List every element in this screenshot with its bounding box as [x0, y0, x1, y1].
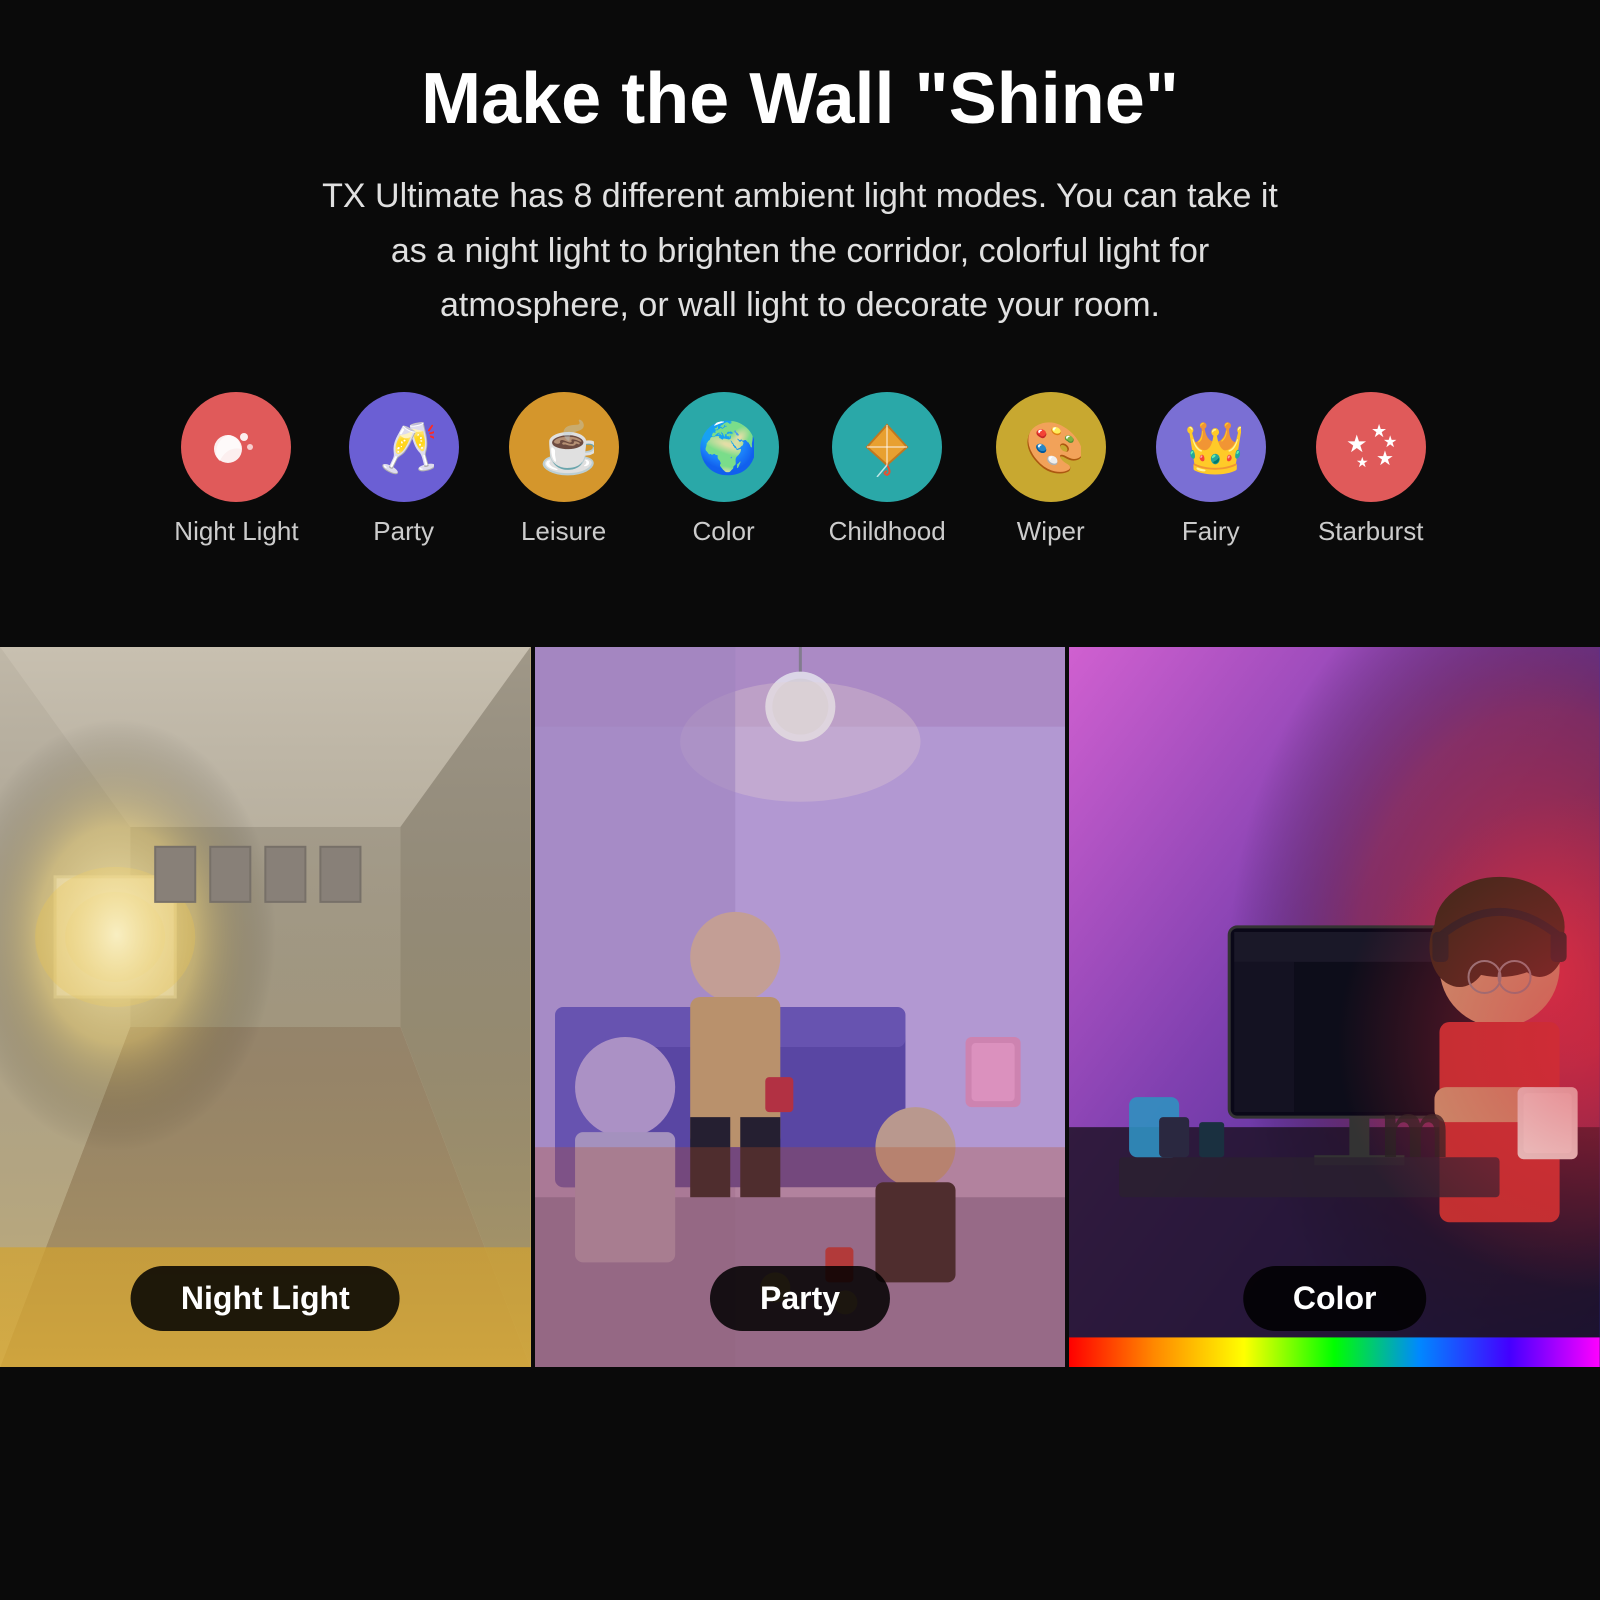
svg-text:★: ★	[1356, 454, 1369, 470]
mode-color[interactable]: 🌍 Color	[669, 392, 779, 547]
night-light-label: Night Light	[131, 1266, 400, 1331]
childhood-icon	[832, 392, 942, 502]
mode-leisure-label: Leisure	[521, 516, 606, 547]
party-label: Party	[710, 1266, 890, 1331]
mode-party-label: Party	[373, 516, 434, 547]
svg-text:★: ★	[1383, 434, 1397, 451]
svg-text:m: m	[1380, 1085, 1451, 1175]
mode-night-light-label: Night Light	[174, 516, 298, 547]
mode-night-light[interactable]: Night Light	[174, 392, 298, 547]
party-photo: Party	[535, 647, 1066, 1367]
mode-wiper[interactable]: 🎨 Wiper	[996, 392, 1106, 547]
mode-party[interactable]: 🥂 Party	[349, 392, 459, 547]
party-scene	[535, 647, 1066, 1367]
mode-color-label: Color	[693, 516, 755, 547]
svg-text:👑: 👑	[1184, 420, 1241, 476]
mode-fairy[interactable]: 👑 Fairy	[1156, 392, 1266, 547]
subtitle: TX Ultimate has 8 different ambient ligh…	[300, 169, 1300, 332]
svg-text:☕: ☕	[539, 418, 594, 476]
wiper-icon: 🎨	[996, 392, 1106, 502]
svg-text:★: ★	[1376, 448, 1394, 470]
fairy-icon: 👑	[1156, 392, 1266, 502]
svg-text:🌍: 🌍	[697, 419, 754, 476]
mode-wiper-label: Wiper	[1017, 516, 1085, 547]
color-photo: m Color	[1069, 647, 1600, 1367]
party-icon: 🥂	[349, 392, 459, 502]
mode-leisure[interactable]: ☕ Leisure	[509, 392, 619, 547]
main-title: Make the Wall "Shine"	[80, 60, 1520, 139]
photos-section: Night Light	[0, 647, 1600, 1367]
color-icon: 🌍	[669, 392, 779, 502]
mode-starburst[interactable]: ★ ★ ★ ★ ★ Starburst	[1316, 392, 1426, 547]
svg-text:🎨: 🎨	[1024, 418, 1081, 476]
mode-childhood-label: Childhood	[829, 516, 946, 547]
night-light-scene	[0, 647, 531, 1367]
night-light-photo: Night Light	[0, 647, 531, 1367]
leisure-icon: ☕	[509, 392, 619, 502]
mode-starburst-label: Starburst	[1318, 516, 1424, 547]
starburst-icon: ★ ★ ★ ★ ★	[1316, 392, 1426, 502]
color-label: Color	[1243, 1266, 1427, 1331]
top-section: Make the Wall "Shine" TX Ultimate has 8 …	[0, 0, 1600, 647]
mode-childhood[interactable]: Childhood	[829, 392, 946, 547]
mode-fairy-label: Fairy	[1182, 516, 1240, 547]
modes-row: Night Light 🥂 Party ☕ Leisure	[80, 392, 1520, 547]
color-scene-bg: m	[1069, 647, 1600, 1367]
svg-text:🥂: 🥂	[379, 420, 434, 476]
night-light-icon	[181, 392, 291, 502]
